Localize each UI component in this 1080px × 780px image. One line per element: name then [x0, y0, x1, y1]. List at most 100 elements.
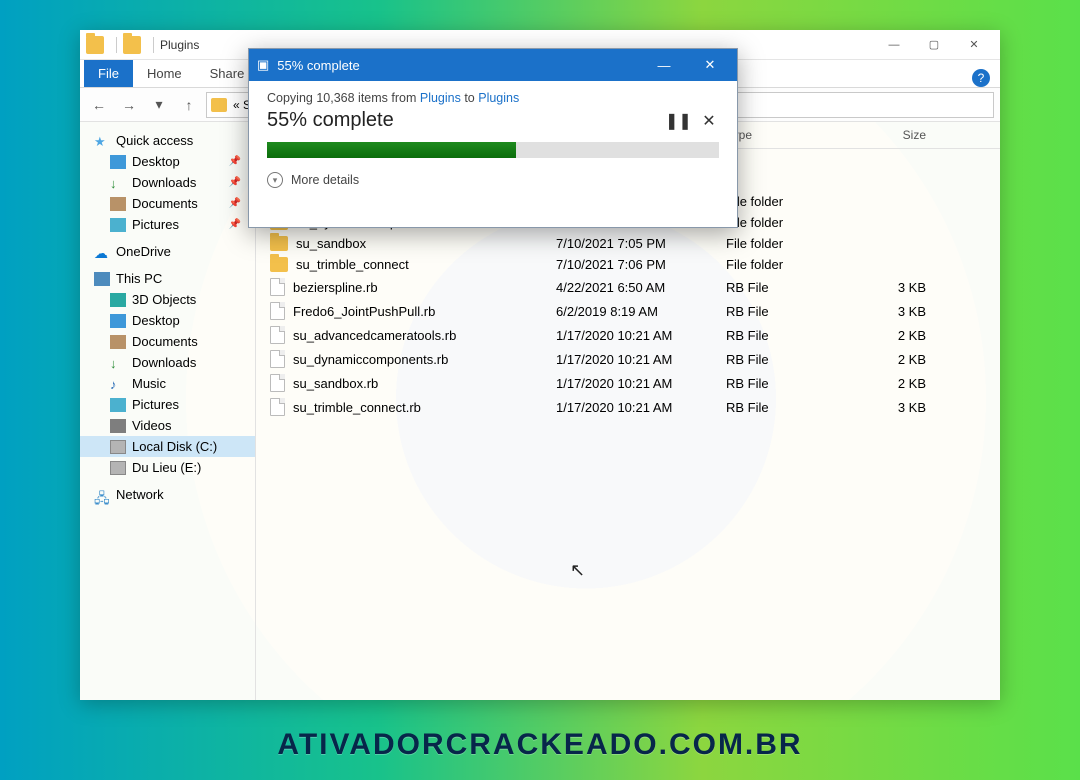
file-size: 3 KB [856, 304, 946, 319]
file-name: su_trimble_connect [296, 257, 409, 272]
sidebar-item-label: Desktop [132, 313, 180, 328]
star-icon: ★ [94, 134, 110, 148]
sidebar-item-desktop2[interactable]: Desktop [80, 310, 255, 331]
table-row[interactable]: su_sandbox7/10/2021 7:05 PMFile folder [256, 233, 1000, 254]
file-size: 3 KB [856, 400, 946, 415]
back-button[interactable]: ← [86, 92, 112, 118]
cancel-button[interactable]: ✕ [699, 111, 719, 131]
sidebar-item-music[interactable]: ♪Music [80, 373, 255, 394]
file-type: File folder [726, 194, 856, 209]
source-link[interactable]: Plugins [420, 91, 461, 105]
sidebar-item-videos[interactable]: Videos [80, 415, 255, 436]
file-date: 1/17/2020 10:21 AM [556, 376, 726, 391]
pause-button[interactable]: ❚❚ [665, 111, 685, 131]
sidebar-item-label: This PC [116, 271, 162, 286]
window-title: Plugins [160, 38, 199, 52]
sidebar-item-3d-objects[interactable]: 3D Objects [80, 289, 255, 310]
sidebar-item-local-disk[interactable]: Local Disk (C:) [80, 436, 255, 457]
file-size: 3 KB [856, 280, 946, 295]
col-size[interactable]: Size [856, 128, 946, 142]
file-date: 1/17/2020 10:21 AM [556, 352, 726, 367]
up-button[interactable]: ↑ [176, 92, 202, 118]
folder-icon [270, 257, 288, 272]
file-type: RB File [726, 280, 856, 295]
forward-button[interactable]: → [116, 92, 142, 118]
file-date: 7/10/2021 7:05 PM [556, 236, 726, 251]
sidebar-item-pictures[interactable]: Pictures📌 [80, 214, 255, 235]
col-type[interactable]: Type [726, 128, 856, 142]
table-row[interactable]: Fredo6_JointPushPull.rb6/2/2019 8:19 AMR… [256, 299, 1000, 323]
more-details-toggle[interactable]: ▾ More details [267, 172, 719, 188]
network-icon: 🖧 [94, 488, 110, 502]
sidebar-item-documents2[interactable]: Documents [80, 331, 255, 352]
sidebar-item-label: Quick access [116, 133, 193, 148]
document-icon [110, 197, 126, 211]
file-icon [270, 398, 285, 416]
pin-icon: 📌 [229, 177, 249, 188]
sidebar-item-quick-access[interactable]: ★ Quick access [80, 130, 255, 151]
table-row[interactable]: su_advancedcameratools.rb 1/17/2020 10:21… [256, 323, 1000, 347]
file-type: RB File [726, 328, 856, 343]
sidebar-item-this-pc[interactable]: This PC [80, 268, 255, 289]
file-size: 2 KB [856, 328, 946, 343]
copy-progress-dialog[interactable]: ▣ 55% complete — ✕ Copying 10,368 items … [248, 48, 738, 228]
sidebar-item-label: Downloads [132, 355, 196, 370]
minimize-button[interactable]: — [874, 31, 914, 59]
dest-link[interactable]: Plugins [478, 91, 519, 105]
copy-dialog-title: 55% complete [277, 58, 359, 73]
disk-icon [110, 461, 126, 475]
video-icon [110, 419, 126, 433]
sidebar-item-pictures2[interactable]: Pictures [80, 394, 255, 415]
watermark-text: ATIVADORCRACKEADO.COM.BR [0, 728, 1080, 762]
pictures-icon [110, 398, 126, 412]
file-icon [270, 302, 285, 320]
file-date: 1/17/2020 10:21 AM [556, 328, 726, 343]
desktop-icon [110, 314, 126, 328]
minimize-button[interactable]: — [645, 51, 683, 79]
close-button[interactable]: ✕ [691, 51, 729, 79]
tab-file[interactable]: File [84, 60, 133, 87]
table-row[interactable]: su_sandbox.rb1/17/2020 10:21 AMRB File2 … [256, 371, 1000, 395]
tab-home[interactable]: Home [133, 60, 196, 87]
sidebar-item-label: Documents [132, 334, 198, 349]
folder-icon [211, 98, 227, 112]
cloud-icon: ☁ [94, 245, 110, 259]
help-icon[interactable]: ? [972, 69, 990, 87]
sidebar-item-documents[interactable]: Documents📌 [80, 193, 255, 214]
file-name: su_advancedcameratools.rb [293, 328, 456, 343]
table-row[interactable]: su_trimble_connect.rb1/17/2020 10:21 AMR… [256, 395, 1000, 419]
3d-icon [110, 293, 126, 307]
sidebar-item-label: Du Lieu (E:) [132, 460, 201, 475]
disk-icon [110, 440, 126, 454]
table-row[interactable]: su_dynamiccomponents.rb1/17/2020 10:21 A… [256, 347, 1000, 371]
sidebar-item-label: Downloads [132, 175, 196, 190]
file-explorer-window: Plugins — ▢ ✕ File Home Share ? ← → ▾ ↑ … [80, 30, 1000, 700]
file-list: (partially hidden)File folder(partially … [256, 149, 1000, 700]
close-button[interactable]: ✕ [954, 31, 994, 59]
separator [116, 37, 117, 53]
sidebar-item-downloads[interactable]: ↓Downloads📌 [80, 172, 255, 193]
maximize-button[interactable]: ▢ [914, 31, 954, 59]
sidebar-item-onedrive[interactable]: ☁OneDrive [80, 241, 255, 262]
file-size: 2 KB [856, 352, 946, 367]
copy-dialog-titlebar[interactable]: ▣ 55% complete — ✕ [249, 49, 737, 81]
table-row[interactable]: bezierspline.rb4/22/2021 6:50 AMRB File3… [256, 275, 1000, 299]
sidebar-item-label: Network [116, 487, 164, 502]
table-row[interactable]: su_trimble_connect7/10/2021 7:06 PMFile … [256, 254, 1000, 275]
recent-dropdown[interactable]: ▾ [146, 92, 172, 118]
sidebar-item-desktop[interactable]: Desktop 📌 [80, 151, 255, 172]
sidebar-item-label: Desktop [132, 154, 180, 169]
document-icon [110, 335, 126, 349]
sidebar: ★ Quick access Desktop 📌 ↓Downloads 📌 Docum… [80, 122, 256, 700]
file-date: 7/10/2021 7:06 PM [556, 257, 726, 272]
sidebar-item-label: Documents [132, 196, 198, 211]
pin-icon: 📌 [229, 156, 249, 167]
file-date: 6/2/2019 8:19 AM [556, 304, 726, 319]
sidebar-item-label: 3D Objects [132, 292, 196, 307]
sidebar-item-label: Pictures [132, 217, 179, 232]
progress-fill [267, 142, 516, 158]
sidebar-item-du-lieu[interactable]: Du Lieu (E:) [80, 457, 255, 478]
folder-icon [123, 36, 141, 54]
sidebar-item-network[interactable]: 🖧 Network [80, 484, 255, 505]
sidebar-item-downloads2[interactable]: ↓Downloads [80, 352, 255, 373]
